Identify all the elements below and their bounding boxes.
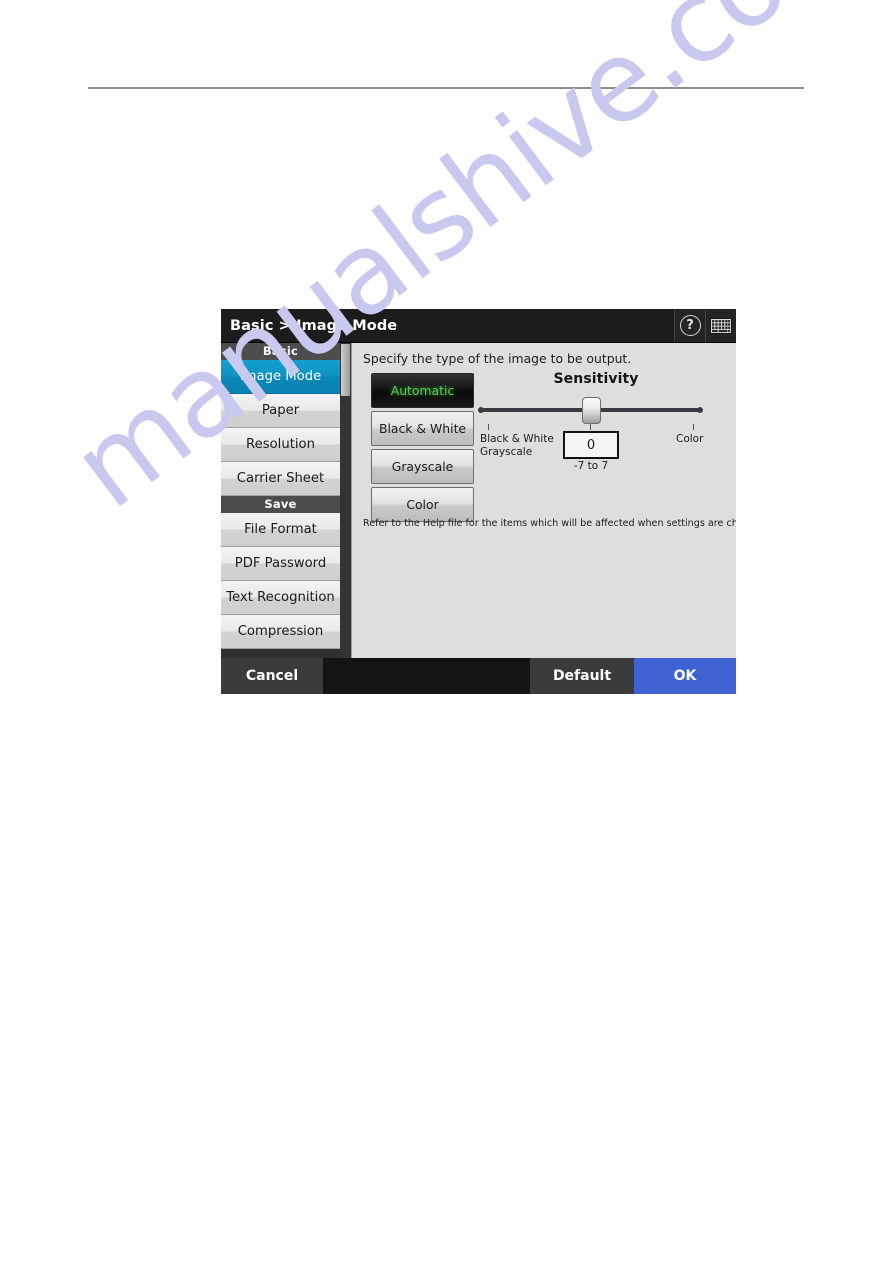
sidebar-item-file-format[interactable]: File Format — [221, 513, 340, 547]
sidebar-item-compression[interactable]: Compression — [221, 615, 340, 649]
sidebar-item-text-recognition[interactable]: Text Recognition — [221, 581, 340, 615]
slider-label-right: Color — [676, 433, 704, 445]
keyboard-icon — [710, 317, 732, 334]
page-horizontal-rule — [88, 87, 804, 89]
sensitivity-title: Sensitivity — [553, 371, 639, 387]
image-mode-button-group: Automatic Black & White Grayscale Color — [371, 373, 474, 525]
slider-label-left-line2: Grayscale — [480, 445, 533, 458]
sensitivity-range-label: -7 to 7 — [573, 460, 609, 472]
footer-spacer — [323, 658, 530, 694]
slider-tick-middle — [590, 424, 591, 430]
settings-sidebar: Basic Image Mode Paper Resolution Carrie… — [221, 343, 340, 658]
ok-button[interactable]: OK — [634, 658, 736, 694]
sidebar-group-header-save: Save — [221, 496, 340, 513]
sidebar-scrollbar-thumb[interactable] — [341, 344, 350, 396]
dialog-footer: Cancel Default OK — [221, 658, 736, 694]
sidebar-item-pdf-password[interactable]: PDF Password — [221, 547, 340, 581]
cancel-button[interactable]: Cancel — [221, 658, 323, 694]
breadcrumb: Basic > Image Mode — [230, 317, 398, 334]
settings-content-panel: Specify the type of the image to be outp… — [351, 343, 736, 658]
sidebar-item-image-mode[interactable]: Image Mode — [221, 360, 340, 394]
dialog-body: Basic Image Mode Paper Resolution Carrie… — [221, 343, 736, 658]
keyboard-button[interactable] — [705, 309, 736, 342]
mode-button-color[interactable]: Color — [371, 487, 474, 522]
slider-track-cap-left — [478, 407, 484, 413]
slider-tick-right — [693, 424, 694, 430]
dialog-titlebar: Basic > Image Mode ? — [221, 309, 736, 343]
content-description: Specify the type of the image to be outp… — [363, 351, 632, 366]
sensitivity-value-field[interactable]: 0 — [563, 431, 619, 459]
sensitivity-section: Sensitivity Black & White Grayscale Colo… — [478, 371, 712, 472]
help-note: Refer to the Help file for the items whi… — [363, 518, 736, 529]
slider-label-left-line1: Black & White — [480, 433, 554, 445]
sidebar-scrollbar[interactable] — [340, 343, 351, 658]
image-mode-dialog: Basic > Image Mode ? Basic Image Mode Pa… — [221, 309, 736, 694]
mode-button-grayscale[interactable]: Grayscale — [371, 449, 474, 484]
mode-button-black-and-white[interactable]: Black & White — [371, 411, 474, 446]
sidebar-item-paper[interactable]: Paper — [221, 394, 340, 428]
help-icon: ? — [679, 315, 701, 336]
slider-tick-left — [488, 424, 489, 430]
slider-track-cap-right — [697, 407, 703, 413]
default-button[interactable]: Default — [530, 658, 634, 694]
sensitivity-slider[interactable]: Black & White Grayscale Color 0 -7 to 7 — [478, 397, 712, 472]
mode-button-automatic[interactable]: Automatic — [371, 373, 474, 408]
sidebar-group-header-basic: Basic — [221, 343, 340, 360]
slider-label-left: Black & White Grayscale — [480, 433, 554, 458]
help-button[interactable]: ? — [674, 309, 705, 342]
sidebar-item-carrier-sheet[interactable]: Carrier Sheet — [221, 462, 340, 496]
slider-thumb[interactable] — [582, 397, 601, 424]
sidebar-item-resolution[interactable]: Resolution — [221, 428, 340, 462]
